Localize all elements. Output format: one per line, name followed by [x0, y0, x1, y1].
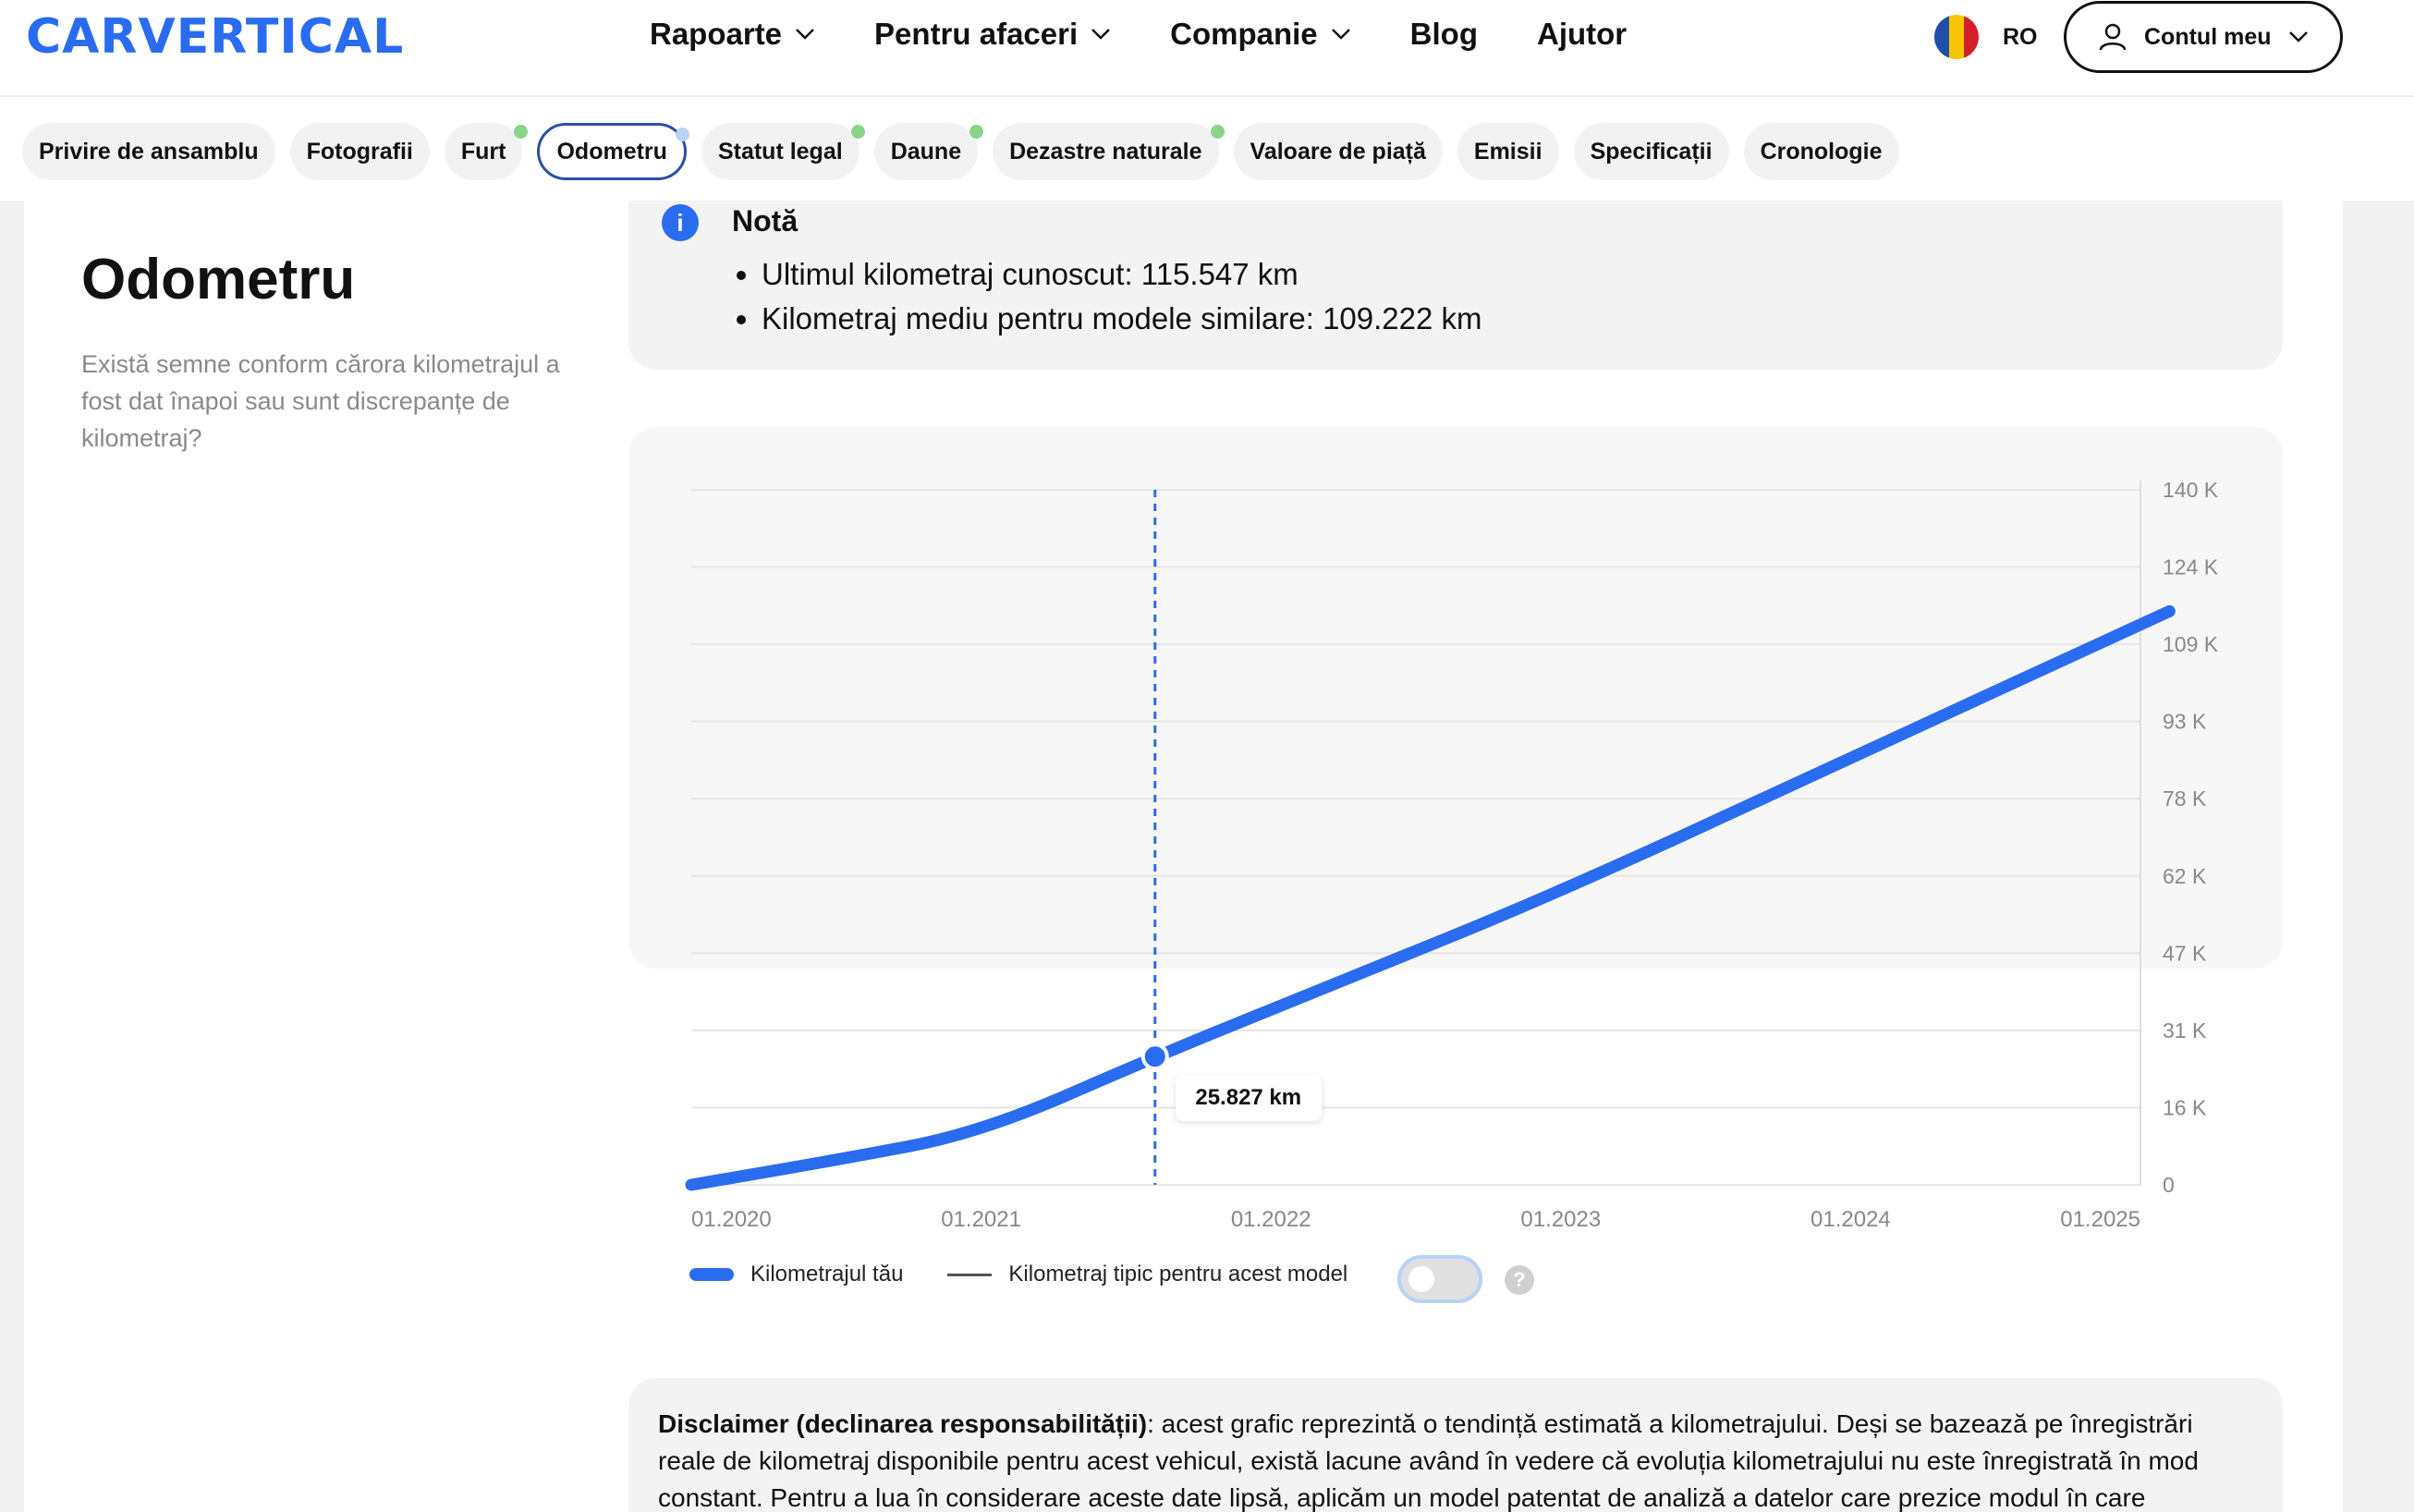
- tab-specificații[interactable]: Specificații: [1573, 123, 1729, 180]
- language-label: RO: [2003, 23, 2038, 50]
- note-item-last-mileage: Ultimul kilometraj cunoscut: 115.547 km: [762, 252, 1482, 297]
- language-switcher[interactable]: RO: [1934, 15, 2038, 59]
- nav-rapoarte[interactable]: Rapoarte: [650, 17, 815, 52]
- legend-swatch-typical-mileage: [947, 1273, 993, 1276]
- tab-label: Daune: [890, 138, 962, 165]
- tab-cronologie[interactable]: Cronologie: [1743, 123, 1899, 180]
- tab-label: Privire de ansamblu: [39, 138, 259, 165]
- tab-label: Dezastre naturale: [1009, 138, 1202, 165]
- tab-privire-de-ansamblu[interactable]: Privire de ansamblu: [22, 123, 275, 180]
- section-tabs-bar: Privire de ansamblu Fotografii Furt Odometr…: [0, 97, 2414, 201]
- chart-tooltip: 25.827 km: [1175, 1075, 1322, 1122]
- tab-daune[interactable]: Daune: [873, 123, 984, 180]
- chevron-down-icon: [796, 29, 814, 40]
- disclaimer-bold: Disclaimer (declinarea responsabilității…: [658, 1409, 1148, 1438]
- tab-label: Valoare de piață: [1250, 138, 1426, 165]
- romania-flag-icon: [1934, 15, 1979, 59]
- account-label: Contul meu: [2144, 23, 2272, 50]
- disclaimer-text: Disclaimer (declinarea responsabilității…: [658, 1406, 2257, 1512]
- tab-label: Odometru: [556, 138, 667, 165]
- content-panel: Odometru Există semne conform cărora kil…: [24, 201, 2343, 1512]
- section-tabs: Privire de ansamblu Fotografii Furt Odometr…: [22, 123, 1914, 180]
- tab-label: Specificații: [1590, 138, 1713, 165]
- nav-blog-label: Blog: [1409, 17, 1478, 51]
- tab-fotografii[interactable]: Fotografii: [289, 123, 430, 180]
- tab-emisii[interactable]: Emisii: [1457, 123, 1559, 180]
- tab-statut-legal[interactable]: Statut legal: [701, 123, 865, 180]
- chevron-down-icon: [1331, 29, 1350, 40]
- tab-furt[interactable]: Furt: [444, 123, 529, 180]
- nav-companie-label: Companie: [1170, 17, 1318, 51]
- tab-label: Fotografii: [306, 138, 413, 165]
- user-icon: [2099, 23, 2127, 51]
- typical-mileage-toggle[interactable]: [1397, 1255, 1482, 1303]
- top-header: CARVERTICAL Rapoarte Pentru afaceri Comp…: [0, 0, 2414, 97]
- info-icon: i: [662, 204, 699, 241]
- nav-blog[interactable]: Blog: [1410, 17, 1478, 52]
- tab-label: Cronologie: [1760, 138, 1883, 165]
- tab-label: Furt: [460, 138, 506, 165]
- nav-rapoarte-label: Rapoarte: [650, 17, 783, 51]
- note-box: i Notă Ultimul kilometraj cunoscut: 115.…: [628, 201, 2283, 370]
- chevron-down-icon: [1091, 29, 1111, 40]
- tab-odometru[interactable]: Odometru: [537, 123, 689, 180]
- note-list: Ultimul kilometraj cunoscut: 115.547 km …: [762, 252, 1482, 341]
- note-title: Notă: [732, 204, 799, 238]
- status-dot: [850, 125, 865, 139]
- status-dot: [1210, 125, 1225, 139]
- legend-label-your-mileage: Kilometrajul tău: [750, 1262, 904, 1286]
- note-item-average-mileage: Kilometraj mediu pentru modele similare:…: [762, 297, 1482, 341]
- section-description: Există semne conform cărora kilometrajul…: [81, 350, 560, 452]
- tab-label: Statut legal: [717, 138, 843, 165]
- carvertical-logo[interactable]: CARVERTICAL: [26, 9, 404, 65]
- nav-pentru-afaceri[interactable]: Pentru afaceri: [874, 17, 1111, 52]
- disclaimer-box: Disclaimer (declinarea responsabilității…: [628, 1378, 2283, 1512]
- legend-label-typical-mileage: Kilometraj tipic pentru acest model: [1008, 1262, 1348, 1286]
- nav-ajutor[interactable]: Ajutor: [1537, 17, 1627, 52]
- chevron-down-icon: [2288, 31, 2308, 43]
- tab-label: Emisii: [1473, 138, 1542, 165]
- chart-legend: Kilometrajul tău Kilometraj tipic pentru…: [689, 1262, 1347, 1287]
- odometer-chart-card: [628, 427, 2283, 969]
- legend-swatch-your-mileage: [689, 1268, 734, 1281]
- account-button[interactable]: Contul meu: [2064, 1, 2343, 73]
- nav-ajutor-label: Ajutor: [1537, 17, 1628, 51]
- tab-valoare-de-piață[interactable]: Valoare de piață: [1233, 123, 1443, 180]
- toggle-knob: [1408, 1266, 1434, 1292]
- help-icon[interactable]: ?: [1505, 1265, 1534, 1295]
- status-dot: [514, 125, 529, 139]
- main-nav: Rapoarte Pentru afaceri Companie Blog Aj…: [650, 17, 1686, 52]
- section-title: Odometru: [81, 248, 356, 311]
- nav-pentru-afaceri-label: Pentru afaceri: [874, 17, 1079, 51]
- tab-dezastre-naturale[interactable]: Dezastre naturale: [993, 123, 1225, 180]
- status-dot: [675, 128, 689, 141]
- status-dot: [969, 125, 984, 139]
- nav-companie[interactable]: Companie: [1170, 17, 1351, 52]
